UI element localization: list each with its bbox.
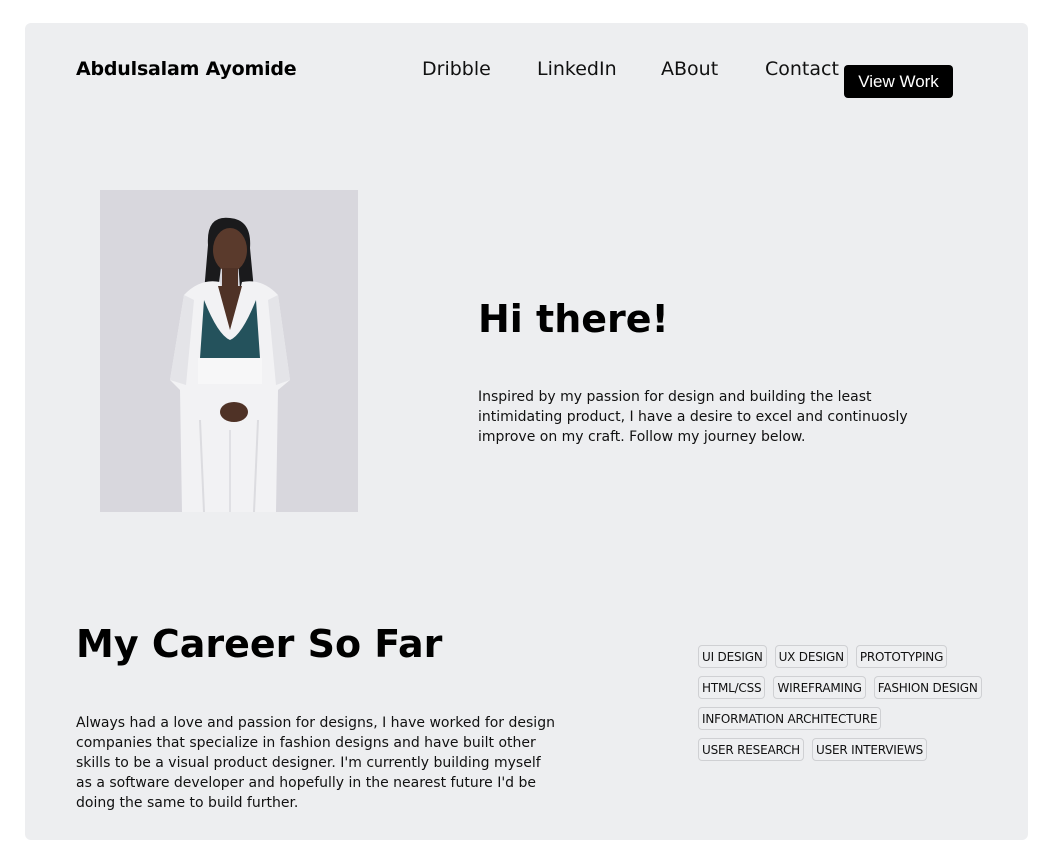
view-work-button[interactable]: View Work (844, 65, 953, 98)
skill-tag-user-research: USER RESEARCH (698, 738, 805, 761)
brand-name[interactable]: Abdulsalam Ayomide (76, 58, 297, 80)
nav-link-dribble[interactable]: Dribble (422, 58, 491, 80)
hero-title: Hi there! (478, 297, 669, 341)
nav-link-linkedin[interactable]: LinkedIn (537, 58, 617, 80)
skill-tag-ui-design: UI DESIGN (698, 645, 767, 668)
skill-tag-user-interviews: USER INTERVIEWS (812, 738, 928, 761)
nav-link-about[interactable]: ABout (661, 58, 718, 80)
skill-tag-information-architecture: INFORMATION ARCHITECTURE (698, 707, 882, 730)
career-title: My Career So Far (76, 622, 443, 666)
skills-row: UI DESIGN UX DESIGN PROTOTYPING (698, 645, 998, 668)
profile-photo (100, 190, 358, 512)
skill-tag-prototyping: PROTOTYPING (855, 645, 948, 668)
skill-tag-html-css: HTML/CSS (698, 676, 766, 699)
skill-tag-ux-design: UX DESIGN (774, 645, 848, 668)
skill-tag-fashion-design: FASHION DESIGN (873, 676, 982, 699)
skill-tag-wireframing: WIREFRAMING (773, 676, 866, 699)
skills-row: HTML/CSS WIREFRAMING FASHION DESIGN (698, 676, 998, 699)
hero-description: Inspired by my passion for design and bu… (478, 389, 908, 445)
career-description: Always had a love and passion for design… (76, 715, 555, 811)
nav-link-contact[interactable]: Contact (765, 58, 839, 80)
skills-tag-list: UI DESIGN UX DESIGN PROTOTYPING HTML/CSS… (698, 645, 998, 769)
skills-row: USER RESEARCH USER INTERVIEWS (698, 738, 998, 761)
skills-row: INFORMATION ARCHITECTURE (698, 707, 998, 730)
